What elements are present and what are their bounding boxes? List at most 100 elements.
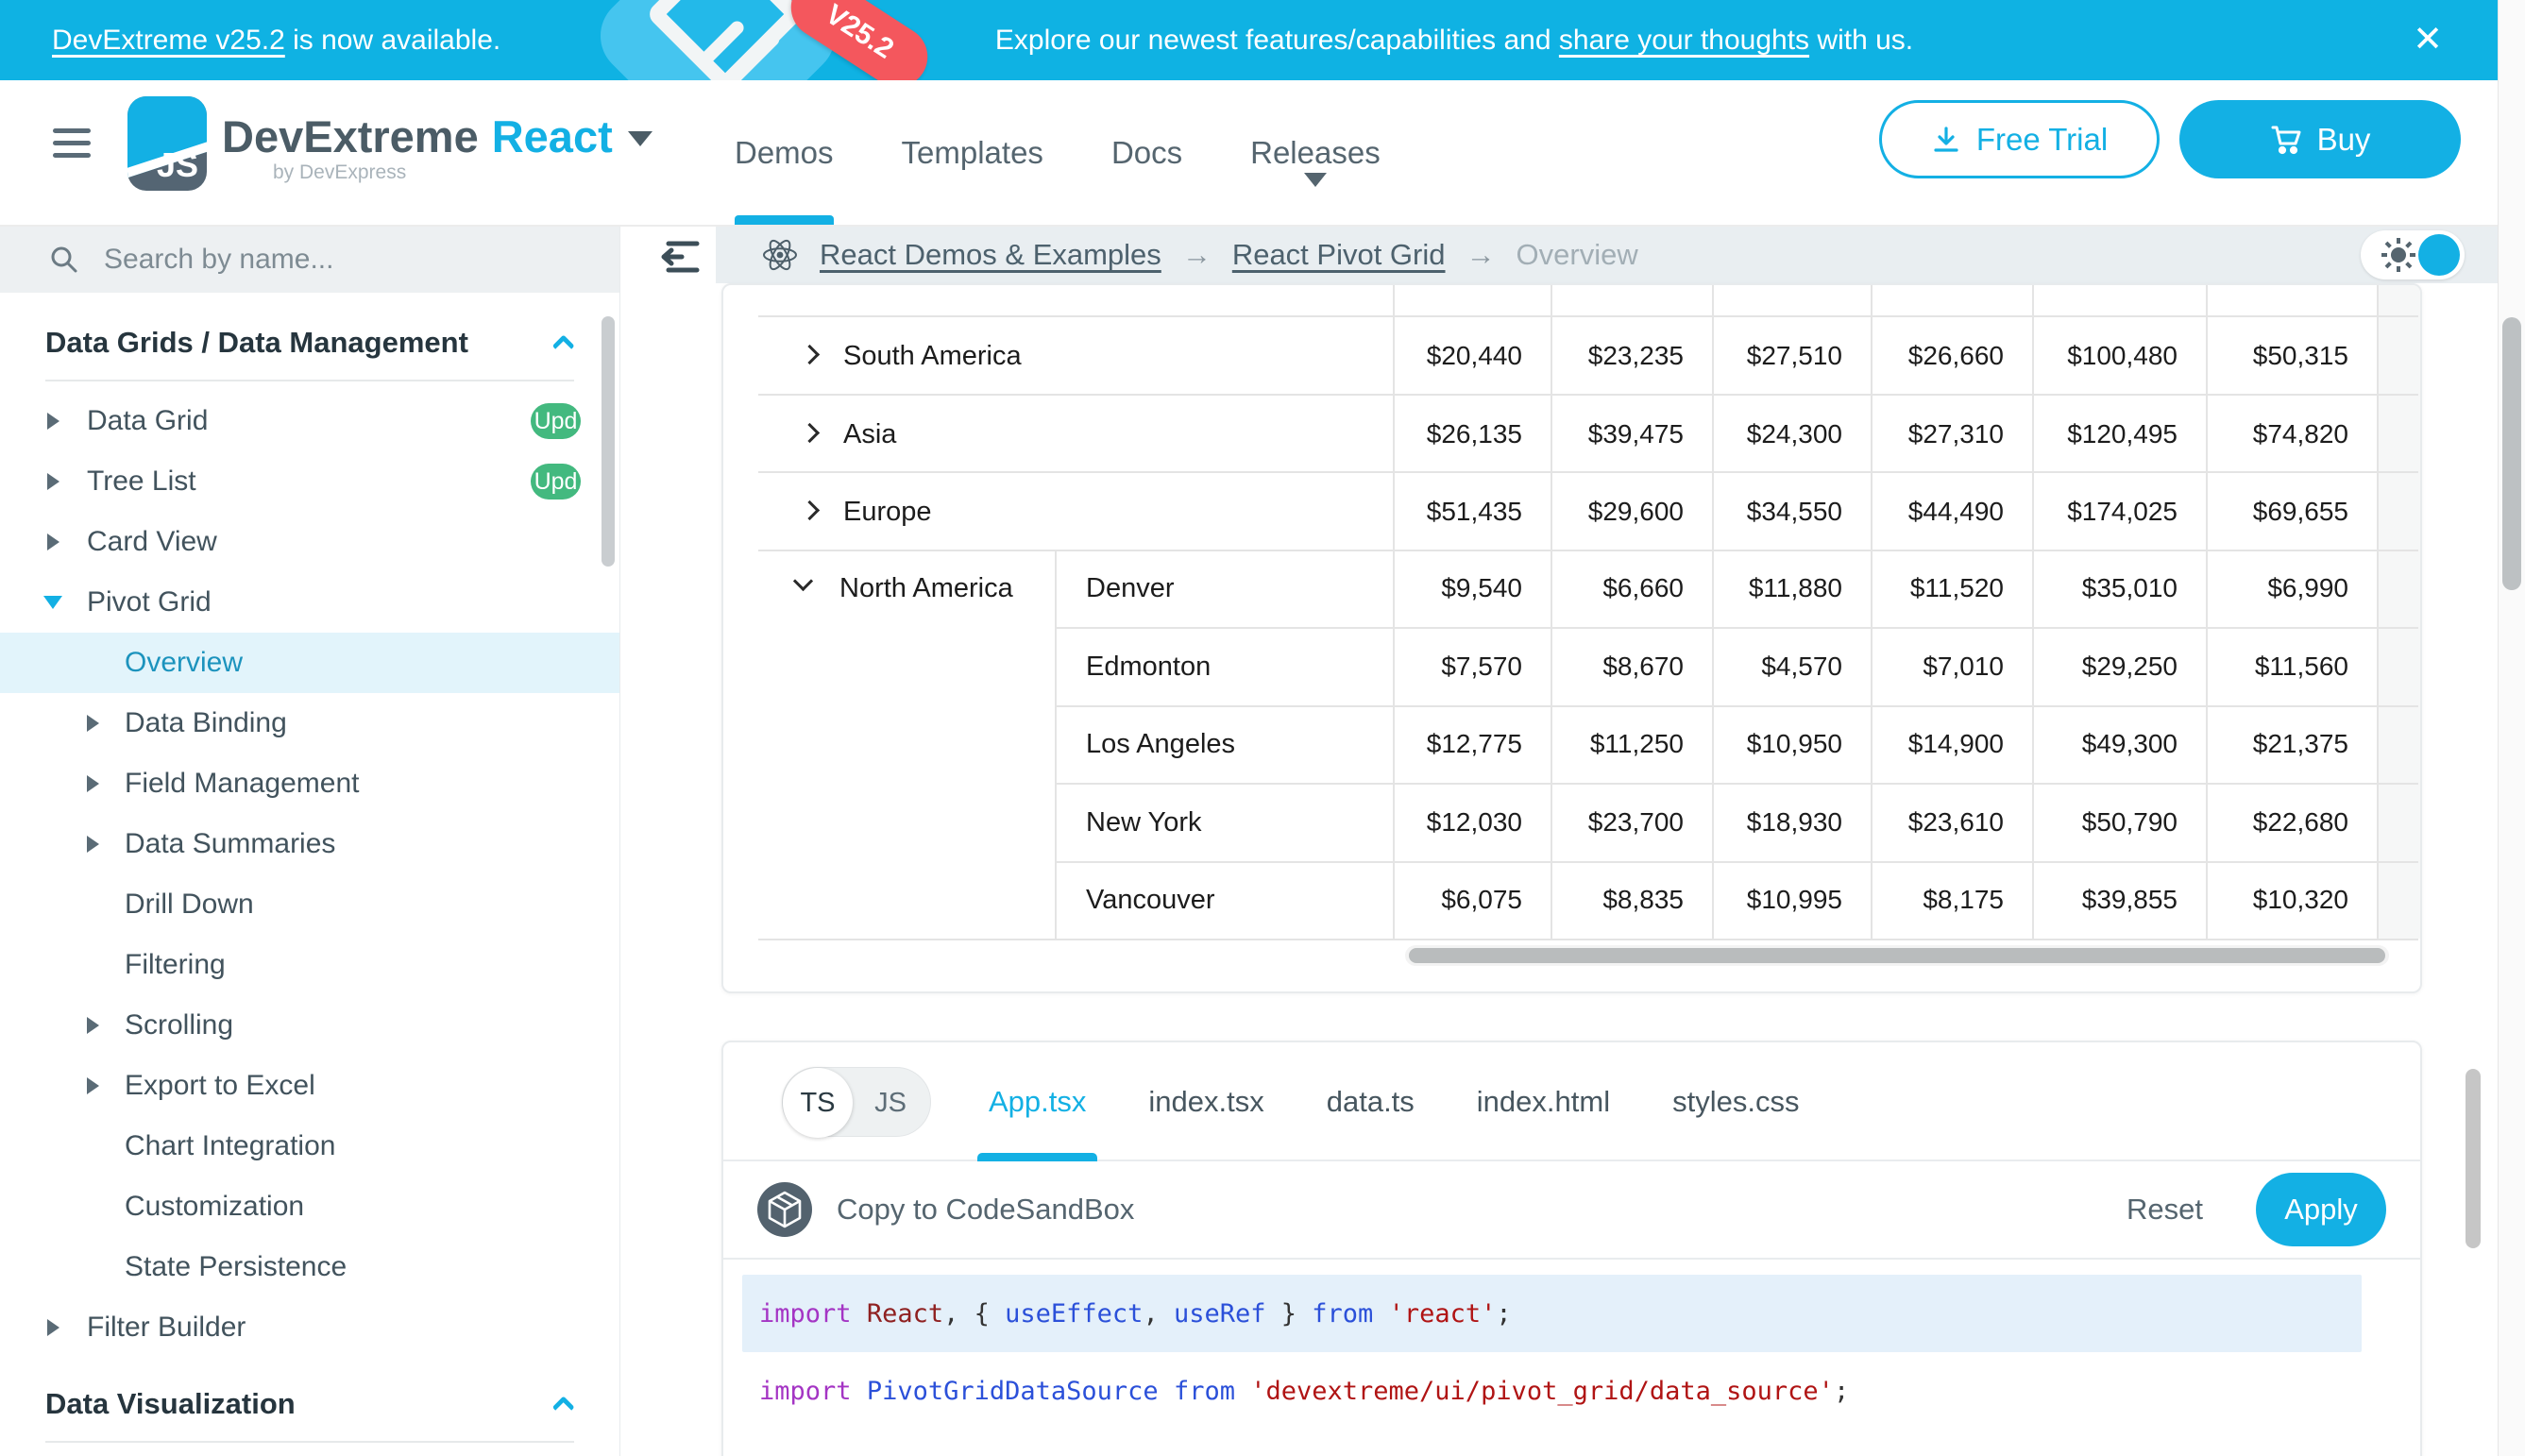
apply-button[interactable]: Apply — [2256, 1173, 2386, 1246]
codesandbox-icon[interactable] — [757, 1182, 812, 1237]
breadcrumb-demos-link[interactable]: React Demos & Examples — [820, 238, 1161, 272]
pivot-cell: $27,310 — [1876, 419, 2004, 449]
pivot-cell: $24,300 — [1718, 419, 1842, 449]
item-label: Customization — [125, 1191, 304, 1223]
section-data-visualization[interactable]: Data Visualization — [0, 1375, 619, 1433]
scrollbar-thumb[interactable] — [1409, 948, 2385, 963]
site-header: JS DevExtremeReact by DevExpress Demos T… — [0, 80, 2498, 227]
sidebar-item-overview[interactable]: Overview — [0, 633, 619, 693]
share-thoughts-link[interactable]: share your thoughts — [1559, 25, 1809, 56]
expand-row-icon[interactable] — [800, 345, 820, 364]
nav-demos[interactable]: Demos — [735, 80, 834, 225]
scrollbar-thumb[interactable] — [2502, 317, 2521, 590]
code-panel-card: TS JS App.tsx index.tsx data.ts index.ht… — [721, 1041, 2422, 1456]
switch-knob-ts[interactable]: TS — [783, 1068, 853, 1138]
pivot-row-label[interactable]: Europe — [843, 497, 932, 528]
pivot-cell: $10,320 — [2211, 885, 2348, 915]
sidebar-item-data-summaries[interactable]: Data Summaries — [0, 814, 619, 874]
pivot-cell: $4,570 — [1718, 652, 1842, 682]
pivot-cell: $50,315 — [2211, 341, 2348, 371]
pivot-cell: $9,540 — [1398, 573, 1522, 603]
sidebar-item-tree-list[interactable]: Tree ListUpd — [0, 451, 619, 512]
collapse-sidebar-icon[interactable] — [659, 238, 701, 276]
devextreme-demos-page: DevExtreme v25.2 is now available. V25.2… — [0, 0, 2525, 1456]
sidebar-item-chart-integration[interactable]: Chart Integration — [0, 1116, 619, 1177]
theme-toggle[interactable] — [2361, 230, 2465, 279]
buy-button[interactable]: Buy — [2179, 100, 2461, 178]
sidebar-item-data-binding[interactable]: Data Binding — [0, 693, 619, 753]
expand-row-icon[interactable] — [800, 423, 820, 443]
breadcrumb-pivot-grid-link[interactable]: React Pivot Grid — [1232, 238, 1446, 272]
hamburger-menu-icon[interactable] — [53, 128, 91, 161]
section-data-grids[interactable]: Data Grids / Data Management — [0, 313, 619, 372]
sidebar-item-filtering[interactable]: Filtering — [0, 935, 619, 995]
banner-left-rest: is now available. — [285, 25, 500, 56]
code-tabs-row: TS JS App.tsx index.tsx data.ts index.ht… — [723, 1042, 2420, 1161]
sidebar-item-scrolling[interactable]: Scrolling — [0, 995, 619, 1056]
sidebar-item-field-management[interactable]: Field Management — [0, 753, 619, 814]
sidebar-item-drill-down[interactable]: Drill Down — [0, 874, 619, 935]
sidebar-search[interactable] — [0, 227, 619, 293]
sidebar-item-state-persistence[interactable]: State Persistence — [0, 1237, 619, 1297]
pivot-cell: $11,560 — [2211, 652, 2348, 682]
pivot-city-label: Vancouver — [1086, 885, 1215, 916]
item-label: Scrolling — [125, 1009, 233, 1041]
pivot-row-label[interactable]: North America — [839, 573, 1013, 604]
pivot-cell: $39,855 — [2038, 885, 2178, 915]
arrow-right-icon: → — [1466, 238, 1496, 272]
pivot-cell: $35,010 — [2038, 573, 2178, 603]
brand-title[interactable]: DevExtremeReact — [222, 110, 652, 162]
triangle-right-icon — [87, 836, 99, 853]
triangle-right-icon — [87, 1077, 99, 1094]
logo-js-text: JS — [157, 145, 198, 185]
tab-app-tsx[interactable]: App.tsx — [989, 1042, 1086, 1161]
code-line: import Chart, { — [759, 1430, 2420, 1456]
pivot-cell: $7,010 — [1876, 652, 2004, 682]
tab-data-ts[interactable]: data.ts — [1327, 1042, 1415, 1161]
sidebar-item-export-to-excel[interactable]: Export to Excel — [0, 1056, 619, 1116]
reset-button[interactable]: Reset — [2127, 1193, 2203, 1227]
item-label: Export to Excel — [125, 1070, 315, 1102]
item-label: Card View — [87, 526, 217, 558]
pivot-horizontal-scrollbar[interactable] — [1405, 945, 2389, 966]
version-link[interactable]: DevExtreme v25.2 — [52, 25, 285, 56]
nav-releases[interactable]: Releases — [1250, 80, 1381, 225]
expand-row-icon[interactable] — [800, 500, 820, 520]
nav-docs[interactable]: Docs — [1111, 80, 1182, 225]
sidebar-item-pivot-grid[interactable]: Pivot Grid — [0, 572, 619, 633]
sidebar-item-card-view[interactable]: Card View — [0, 512, 619, 572]
switch-option-js[interactable]: JS — [851, 1068, 930, 1138]
tab-index-html[interactable]: index.html — [1477, 1042, 1610, 1161]
ts-js-switch[interactable]: TS JS — [782, 1067, 931, 1137]
promo-banner: DevExtreme v25.2 is now available. V25.2… — [0, 0, 2498, 80]
code-scrollbar[interactable] — [2466, 1056, 2481, 1456]
collapse-row-icon[interactable] — [793, 571, 813, 591]
tab-index-tsx[interactable]: index.tsx — [1148, 1042, 1263, 1161]
sidebar-scrollbar[interactable] — [602, 316, 615, 567]
free-trial-button[interactable]: Free Trial — [1879, 100, 2160, 178]
pivot-cell: $27,510 — [1718, 341, 1842, 371]
brand-byline: by DevExpress — [273, 161, 406, 184]
copy-to-codesandbox-label[interactable]: Copy to CodeSandBox — [837, 1193, 1134, 1227]
pivot-row-label[interactable]: South America — [843, 341, 1022, 372]
tab-styles-css[interactable]: styles.css — [1672, 1042, 1799, 1161]
updated-badge: Upd — [531, 464, 581, 499]
page-scrollbar[interactable] — [2498, 0, 2525, 1456]
sidebar-item-filter-builder[interactable]: Filter Builder — [0, 1297, 619, 1358]
banner-center-pre: Explore our newest features/capabilities… — [995, 25, 1559, 56]
search-input[interactable] — [104, 244, 519, 276]
devextreme-logo[interactable]: JS — [127, 96, 207, 191]
pivot-row-label[interactable]: Asia — [843, 419, 896, 450]
pivot-cell: $6,990 — [2211, 573, 2348, 603]
theme-toggle-knob[interactable] — [2418, 234, 2460, 276]
scrollbar-thumb[interactable] — [2466, 1069, 2481, 1248]
nav-templates[interactable]: Templates — [902, 80, 1043, 225]
sidebar-item-customization[interactable]: Customization — [0, 1177, 619, 1237]
item-label: Data Binding — [125, 707, 287, 739]
code-editor[interactable]: import React, { useEffect, useRef } from… — [723, 1260, 2420, 1456]
banner-left-text: DevExtreme v25.2 is now available. — [52, 0, 500, 80]
sidebar-item-data-grid[interactable]: Data GridUpd — [0, 391, 619, 451]
pivot-grid-demo-card: South America Asia Europe $20,440 $23,23… — [721, 283, 2422, 993]
pivot-cell: $39,475 — [1556, 419, 1684, 449]
close-icon[interactable]: ✕ — [2413, 0, 2443, 80]
